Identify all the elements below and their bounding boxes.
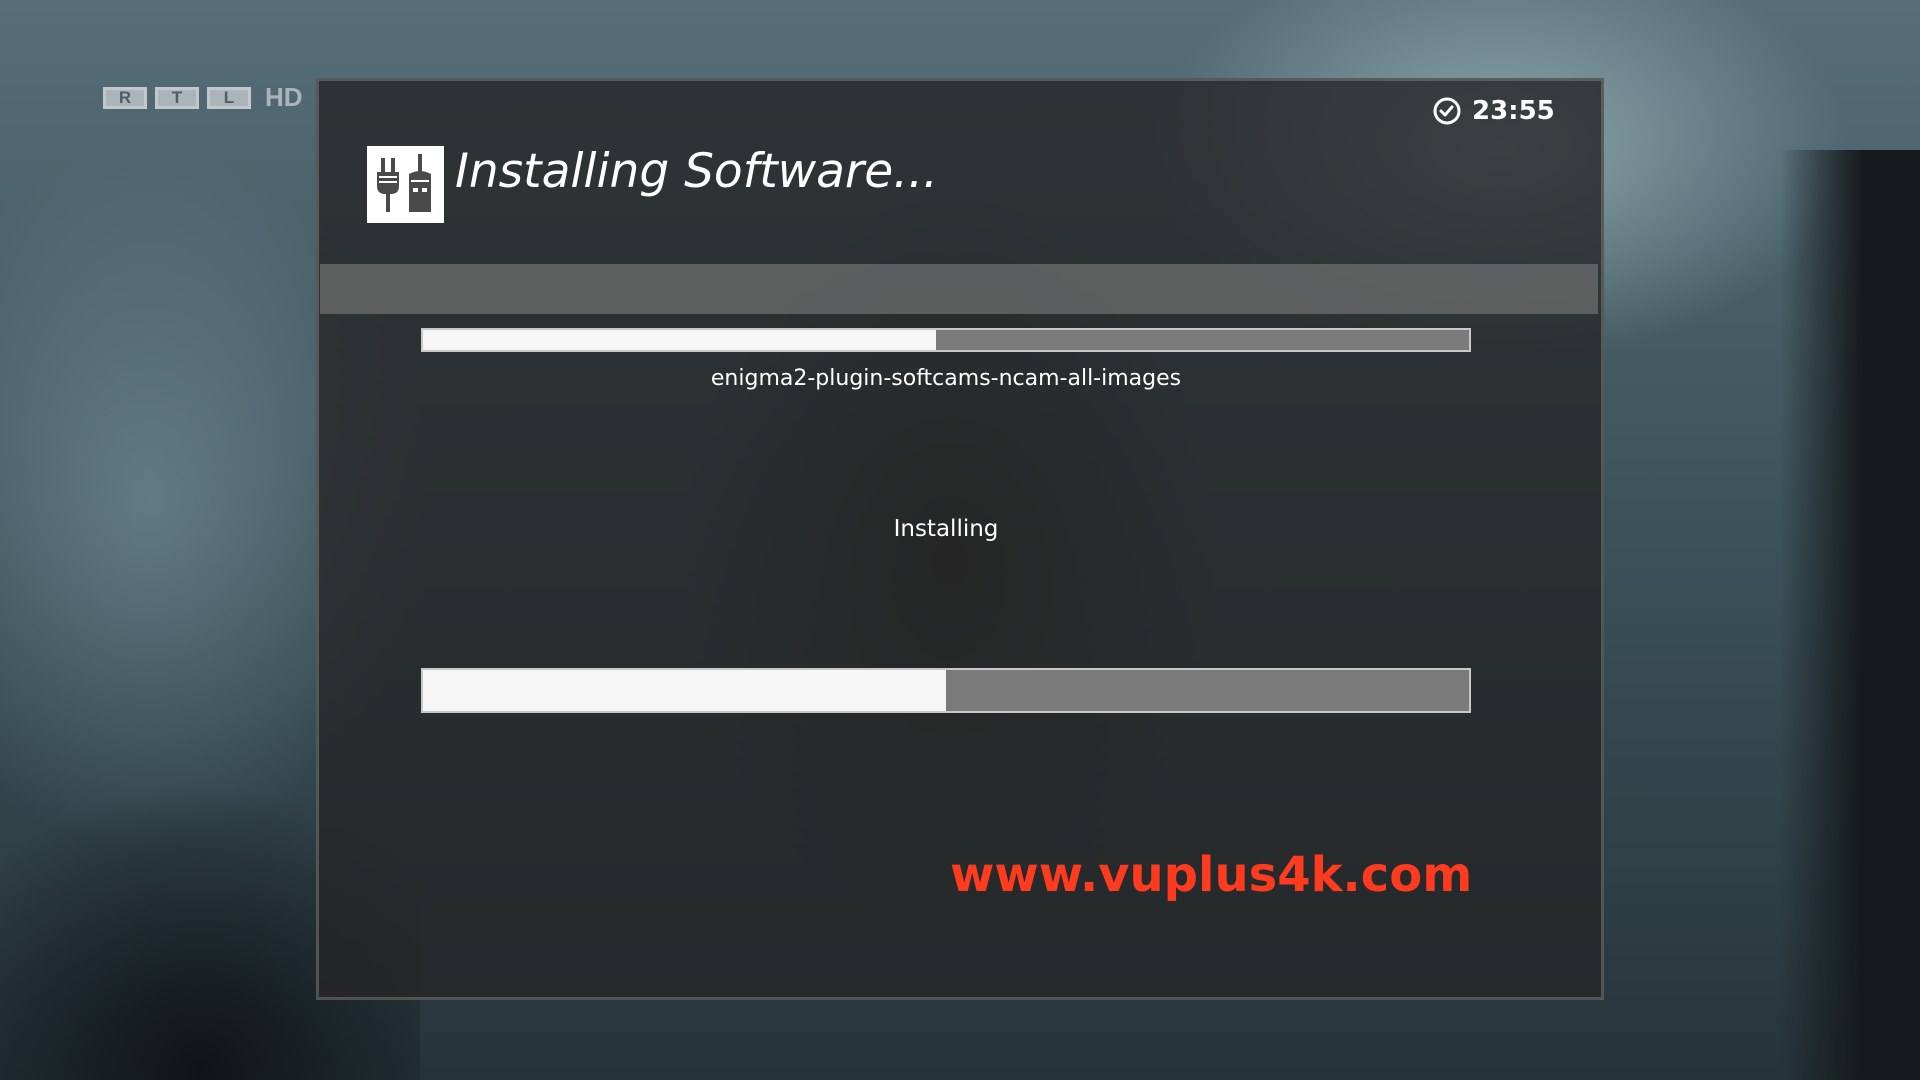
dialog-title: Installing Software... [455, 144, 938, 199]
watermark: www.vuplus4k.com [950, 847, 1473, 903]
total-progress-bar [421, 668, 1471, 713]
status-text: Installing [893, 516, 999, 542]
clock-icon [1433, 97, 1461, 125]
clock-time: 23:55 [1472, 96, 1555, 126]
channel-logo-letter: L [207, 86, 251, 109]
channel-logo-letter: R [103, 86, 147, 109]
header-bar [320, 264, 1598, 314]
total-progress-fill [423, 670, 946, 711]
background-figure-right [1780, 150, 1920, 1080]
package-progress-fill [423, 330, 936, 350]
plug-icon [367, 146, 444, 223]
package-progress-bar [421, 328, 1471, 352]
channel-logo-letter: T [155, 86, 199, 109]
channel-logo-hd: HD [265, 82, 303, 112]
channel-logo: R T L HD [103, 82, 303, 113]
package-name: enigma2-plugin-softcams-ncam-all-images [710, 366, 1182, 391]
clock: 23:55 [1432, 96, 1555, 126]
